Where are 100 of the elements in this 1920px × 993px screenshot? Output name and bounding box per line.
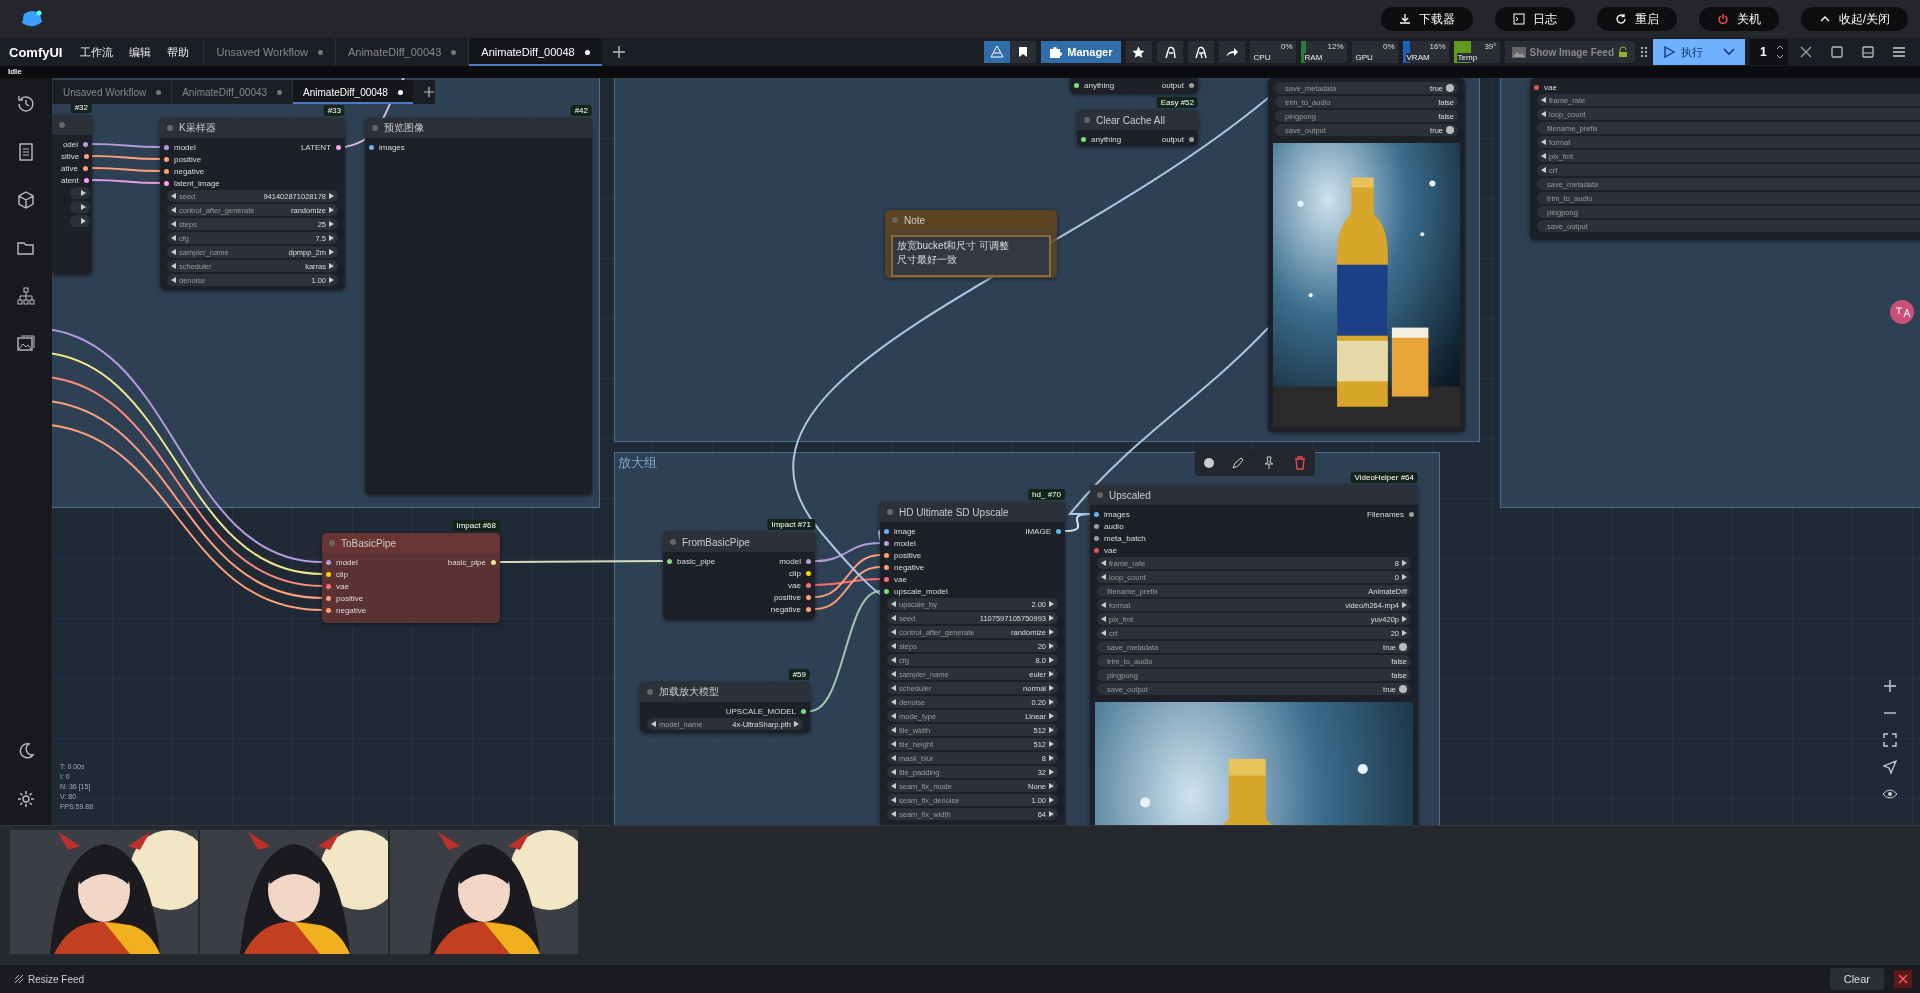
decrement-arrow-icon[interactable] bbox=[1541, 153, 1546, 159]
translate-icon[interactable] bbox=[1890, 300, 1914, 324]
decrement-arrow-icon[interactable] bbox=[171, 207, 176, 213]
panel-icon[interactable] bbox=[1861, 45, 1875, 59]
input-port[interactable] bbox=[369, 144, 374, 150]
decrement-arrow-icon[interactable] bbox=[171, 277, 176, 283]
image-feed-button[interactable]: Show Image Feed bbox=[1504, 41, 1635, 63]
input-port[interactable] bbox=[326, 595, 331, 601]
share-icon[interactable] bbox=[1218, 41, 1245, 63]
increment-arrow-icon[interactable] bbox=[1402, 560, 1407, 566]
input-port[interactable] bbox=[326, 571, 331, 577]
collapse-dot-icon[interactable] bbox=[670, 539, 676, 545]
input-port[interactable] bbox=[1081, 136, 1086, 142]
decrement-arrow-icon[interactable] bbox=[1101, 602, 1106, 608]
increment-arrow-icon[interactable] bbox=[329, 235, 334, 241]
run-button[interactable]: 执行 bbox=[1653, 39, 1745, 65]
decrement-arrow-icon[interactable] bbox=[1101, 574, 1106, 580]
input-port[interactable] bbox=[326, 559, 331, 565]
hierarchy-icon[interactable] bbox=[16, 286, 36, 306]
collapse-dot-icon[interactable] bbox=[1084, 117, 1090, 123]
input-port[interactable] bbox=[884, 552, 889, 558]
pen-icon[interactable] bbox=[1230, 456, 1245, 470]
node[interactable]: 预览图像 images bbox=[365, 118, 592, 495]
decrement-arrow-icon[interactable] bbox=[891, 755, 896, 761]
increment-arrow-icon[interactable] bbox=[329, 193, 334, 199]
increment-arrow-icon[interactable] bbox=[1049, 727, 1054, 733]
clear-button[interactable]: Clear bbox=[1829, 968, 1884, 990]
increment-arrow-icon[interactable] bbox=[81, 218, 86, 224]
node-widget[interactable] bbox=[70, 215, 90, 227]
node[interactable]: Note 放宽bucket和尺寸 可调整 尺寸最好一致 bbox=[885, 210, 1057, 278]
decrement-arrow-icon[interactable] bbox=[891, 615, 896, 621]
input-port[interactable] bbox=[164, 180, 169, 186]
increment-arrow-icon[interactable] bbox=[329, 277, 334, 283]
decrement-arrow-icon[interactable] bbox=[891, 741, 896, 747]
output-port[interactable] bbox=[806, 558, 811, 564]
increment-arrow-icon[interactable] bbox=[794, 721, 799, 727]
output-port[interactable] bbox=[806, 606, 811, 612]
increment-arrow-icon[interactable] bbox=[1049, 797, 1054, 803]
input-port[interactable] bbox=[884, 576, 889, 582]
input-port[interactable] bbox=[1094, 535, 1099, 541]
menu-icon[interactable] bbox=[1892, 45, 1906, 59]
node-widget[interactable] bbox=[70, 201, 90, 213]
increment-arrow-icon[interactable] bbox=[1049, 783, 1054, 789]
input-port[interactable] bbox=[164, 144, 169, 150]
collapse-dot-icon[interactable] bbox=[372, 125, 378, 131]
decrement-arrow-icon[interactable] bbox=[891, 643, 896, 649]
decrement-arrow-icon[interactable] bbox=[171, 235, 176, 241]
increment-arrow-icon[interactable] bbox=[81, 204, 86, 210]
node[interactable]: FromBasicPipe basic_pipe model clip vae positive negative bbox=[663, 532, 815, 620]
increment-arrow-icon[interactable] bbox=[81, 190, 86, 196]
output-port[interactable] bbox=[806, 570, 811, 576]
cube-icon[interactable] bbox=[16, 190, 36, 210]
manager-button[interactable]: Manager bbox=[1041, 41, 1121, 63]
collapse-dot-icon[interactable] bbox=[1097, 492, 1103, 498]
decrement-arrow-icon[interactable] bbox=[651, 721, 656, 727]
bookmark-icon[interactable] bbox=[1010, 41, 1037, 63]
decrement-arrow-icon[interactable] bbox=[891, 657, 896, 663]
add-tab-icon[interactable] bbox=[611, 45, 626, 59]
increment-arrow-icon[interactable] bbox=[329, 207, 334, 213]
settings-icon[interactable] bbox=[16, 789, 36, 809]
send-icon[interactable] bbox=[1882, 759, 1898, 775]
decrement-arrow-icon[interactable] bbox=[1101, 630, 1106, 636]
output-port[interactable] bbox=[83, 165, 88, 171]
input-port[interactable] bbox=[884, 540, 889, 546]
decrement-arrow-icon[interactable] bbox=[891, 685, 896, 691]
node[interactable]: ToBasicPipe model basic_pipe clip vae positive negative bbox=[322, 533, 500, 623]
decrement-arrow-icon[interactable] bbox=[891, 671, 896, 677]
node[interactable]: anything output bbox=[1070, 78, 1198, 94]
workflow-tab[interactable]: AnimateDiff_00048 bbox=[292, 80, 413, 104]
increment-arrow-icon[interactable] bbox=[1049, 657, 1054, 663]
output-port[interactable] bbox=[1409, 511, 1414, 517]
input-port[interactable] bbox=[326, 607, 331, 613]
increment-arrow-icon[interactable] bbox=[329, 221, 334, 227]
increment-arrow-icon[interactable] bbox=[329, 249, 334, 255]
decrement-arrow-icon[interactable] bbox=[891, 727, 896, 733]
increment-arrow-icon[interactable] bbox=[1402, 602, 1407, 608]
history-icon[interactable] bbox=[16, 94, 36, 114]
input-port[interactable] bbox=[884, 564, 889, 570]
node[interactable] bbox=[1090, 485, 1418, 825]
menu-item[interactable]: 工作流 bbox=[72, 44, 122, 60]
decrement-arrow-icon[interactable] bbox=[1101, 616, 1106, 622]
increment-arrow-icon[interactable] bbox=[329, 263, 334, 269]
decrement-arrow-icon[interactable] bbox=[891, 713, 896, 719]
input-port[interactable] bbox=[164, 156, 169, 162]
increment-arrow-icon[interactable] bbox=[1049, 629, 1054, 635]
input-port[interactable] bbox=[164, 168, 169, 174]
collapse-dot-icon[interactable] bbox=[647, 689, 653, 695]
header-button[interactable]: 关机 bbox=[1698, 7, 1779, 31]
input-port[interactable] bbox=[1074, 82, 1079, 88]
node[interactable]: odel sitive ative atent bbox=[52, 115, 92, 275]
increment-arrow-icon[interactable] bbox=[1049, 769, 1054, 775]
color-picker-icon[interactable] bbox=[1203, 458, 1214, 468]
output-port[interactable] bbox=[801, 708, 806, 714]
node[interactable] bbox=[880, 502, 1065, 825]
decrement-arrow-icon[interactable] bbox=[1101, 560, 1106, 566]
increment-arrow-icon[interactable] bbox=[1402, 574, 1407, 580]
input-port[interactable] bbox=[1094, 511, 1099, 517]
decrement-arrow-icon[interactable] bbox=[1541, 139, 1546, 145]
increment-arrow-icon[interactable] bbox=[1049, 811, 1054, 817]
decrement-arrow-icon[interactable] bbox=[891, 783, 896, 789]
